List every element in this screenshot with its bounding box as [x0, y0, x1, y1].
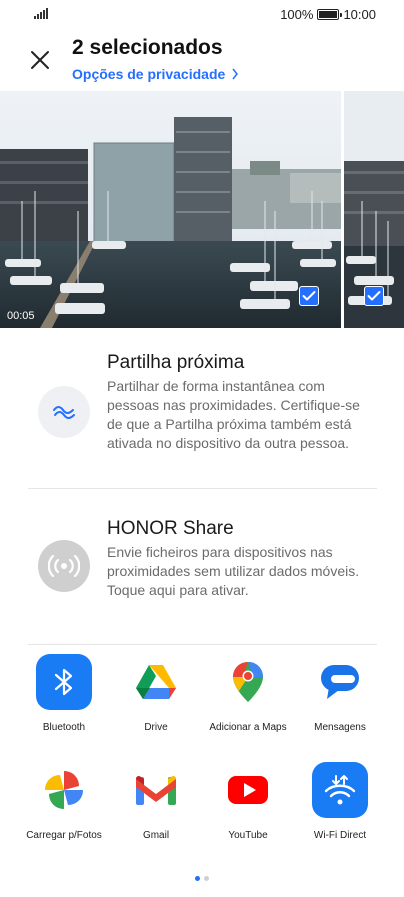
selected-media-strip[interactable]: 00:05	[0, 91, 404, 328]
media-thumbnail[interactable]	[344, 91, 404, 328]
app-label: Adicionar a Maps	[209, 722, 287, 733]
checkmark-icon	[367, 291, 381, 301]
app-label: Gmail	[142, 830, 170, 841]
checkmark-icon	[302, 291, 316, 301]
wifi-direct-icon	[312, 762, 368, 818]
harbor-video-thumbnail	[0, 91, 341, 328]
privacy-options-link[interactable]: Opções de privacidade	[72, 66, 239, 82]
close-icon	[31, 51, 49, 69]
app-label: Carregar p/Fotos	[26, 830, 102, 841]
app-messages[interactable]: Mensagens	[292, 654, 388, 733]
selected-checkbox[interactable]	[299, 286, 319, 306]
honor-share-icon	[38, 540, 90, 592]
gmail-icon	[128, 762, 184, 818]
app-label: Bluetooth	[42, 722, 86, 733]
share-app-grid: Bluetooth Drive Adicionar a Maps Mensage…	[0, 654, 404, 854]
page-title: 2 selecionados	[72, 36, 223, 59]
app-label: Wi-Fi Direct	[313, 830, 367, 841]
signal-icon	[34, 7, 48, 19]
battery-icon	[317, 9, 343, 20]
privacy-options-label: Opções de privacidade	[72, 66, 226, 82]
battery-percentage: 100%	[280, 7, 314, 22]
status-right: 100% 10:00	[280, 7, 376, 22]
app-drive[interactable]: Drive	[108, 654, 204, 733]
app-label: YouTube	[228, 830, 268, 841]
video-duration: 00:05	[7, 310, 35, 322]
app-maps[interactable]: Adicionar a Maps	[200, 654, 296, 733]
status-bar: 100% 10:00	[0, 0, 404, 28]
nearby-share-option[interactable]: Partilha próxima Partilhar de forma inst…	[0, 350, 404, 480]
clock: 10:00	[343, 7, 376, 22]
share-header: 2 selecionados Opções de privacidade	[0, 34, 404, 88]
honor-share-description: Envie ficheiros para dispositivos nas pr…	[107, 544, 360, 598]
app-photos[interactable]: Carregar p/Fotos	[16, 762, 112, 841]
page-dot	[204, 876, 209, 881]
bluetooth-icon	[36, 654, 92, 710]
divider	[28, 644, 377, 645]
app-bluetooth[interactable]: Bluetooth	[16, 654, 112, 733]
messages-icon	[312, 654, 368, 710]
google-drive-icon	[128, 654, 184, 710]
app-label: Drive	[144, 722, 168, 733]
google-maps-icon	[220, 654, 276, 710]
app-youtube[interactable]: YouTube	[200, 762, 296, 841]
page-dot-active	[195, 876, 200, 881]
youtube-icon	[220, 762, 276, 818]
app-gmail[interactable]: Gmail	[108, 762, 204, 841]
google-photos-icon	[36, 762, 92, 818]
page-indicator	[0, 876, 404, 881]
nearby-share-icon	[38, 386, 90, 438]
honor-share-title: HONOR Share	[107, 518, 234, 539]
selected-checkbox[interactable]	[364, 286, 384, 306]
nearby-share-title: Partilha próxima	[107, 352, 245, 373]
media-thumbnail[interactable]: 00:05	[0, 91, 341, 328]
honor-share-option[interactable]: HONOR Share Envie ficheiros para disposi…	[0, 516, 404, 626]
app-label: Mensagens	[314, 722, 366, 733]
nearby-share-description: Partilhar de forma instantânea com pesso…	[107, 378, 360, 451]
chevron-right-icon	[232, 68, 239, 80]
close-button[interactable]	[28, 48, 52, 72]
divider	[28, 488, 377, 489]
app-wifi-direct[interactable]: Wi-Fi Direct	[292, 762, 388, 841]
